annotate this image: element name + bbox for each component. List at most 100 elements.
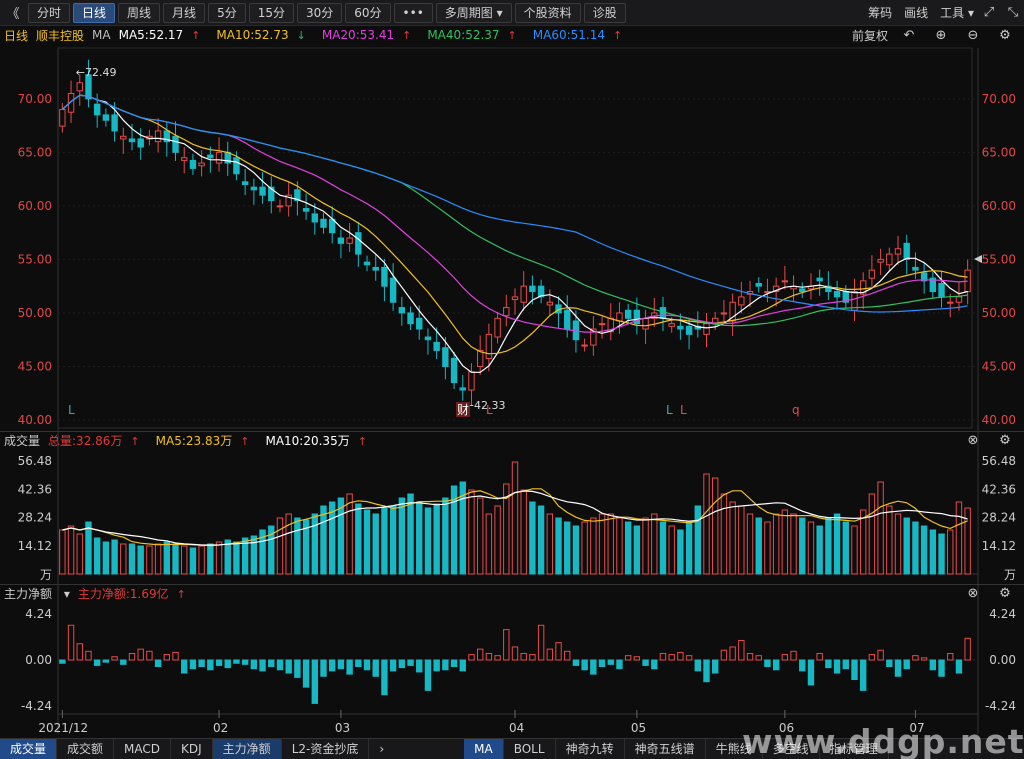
period-tabs: 分时 日线 周线 月线 5分 15分 30分 60分 ••• [28, 2, 436, 23]
net-bar [555, 642, 562, 661]
net-bar [938, 659, 945, 677]
net-bar [642, 659, 649, 666]
candle-body [302, 208, 310, 212]
period-tab-5[interactable]: 15分 [248, 2, 294, 23]
kline-chart[interactable]: 70.00 70.00 65.00 65.00 60.00 60.00 55.00 55.00… [0, 44, 1024, 759]
candle-body [755, 283, 762, 287]
net-bar [93, 659, 101, 666]
candle-body [685, 325, 693, 335]
candle-body [564, 309, 571, 330]
period-tab-2[interactable]: 周线 [118, 2, 161, 23]
settings-icon[interactable]: ⚙ [996, 586, 1014, 601]
candle-body [128, 138, 136, 143]
date-label: 04 [509, 721, 524, 735]
price-tick-left: 50.00 [18, 306, 52, 320]
draw-line-link[interactable]: 画线 [904, 4, 928, 21]
net-bar [120, 659, 127, 665]
ma-label: MA [92, 28, 111, 42]
volume-bar [346, 493, 353, 575]
net-bar [955, 659, 963, 674]
period-tab-8[interactable]: ••• [393, 2, 433, 23]
indicator-tab-5[interactable]: L2-资金抄底 [282, 738, 370, 759]
volume-tick-left: 14.12 [18, 539, 52, 553]
volume-bar [146, 545, 153, 575]
volume-bar [172, 543, 179, 575]
zoom-out-icon[interactable]: ⊖ [964, 28, 982, 43]
net-bar [590, 659, 597, 675]
candle-body [877, 258, 884, 263]
undo-icon[interactable]: ↶ [900, 28, 918, 43]
indicator-tab-4[interactable]: 主力净额 [212, 738, 282, 759]
candle-body [259, 186, 266, 196]
net-bar [468, 654, 475, 661]
candle-body [320, 218, 327, 228]
stock-profile-button[interactable]: 个股资料 [514, 2, 581, 23]
volume-tick-right: 万 [1004, 568, 1016, 582]
volume-bar [93, 537, 101, 575]
overlay-tab-1[interactable]: BOLL [504, 738, 556, 759]
net-bar [877, 649, 884, 661]
expand-icon[interactable]: ⤢ [980, 5, 998, 20]
period-tab-4[interactable]: 5分 [208, 2, 246, 23]
overlay-tab-2[interactable]: 神奇九转 [556, 738, 625, 759]
marker-q: q [792, 403, 800, 417]
volume-bar [738, 505, 745, 575]
settings-icon[interactable]: ⚙ [996, 28, 1014, 43]
chip-link[interactable]: 筹码 [868, 4, 892, 21]
back-icon[interactable]: 《 [4, 3, 22, 22]
period-tab-7[interactable]: 60分 [345, 2, 391, 23]
candle-body [189, 159, 197, 169]
candle-body [407, 312, 414, 325]
net-dropdown[interactable]: 主力净额 ▾ [4, 585, 70, 602]
net-bar [894, 659, 902, 677]
next-icon[interactable]: › [369, 739, 394, 759]
volume-bar [633, 525, 641, 575]
shrink-icon[interactable]: ⤡ [1004, 5, 1022, 20]
candle-body [833, 291, 841, 298]
overlay-tab-0[interactable]: MA [464, 738, 504, 759]
indicator-tab-2[interactable]: MACD [114, 738, 172, 759]
net-bar [581, 659, 588, 671]
net-bar [886, 659, 893, 668]
volume-bar [381, 507, 388, 575]
net-bar [529, 654, 536, 661]
overlay-tab-3[interactable]: 神奇五线谱 [625, 738, 706, 759]
net-bar [729, 646, 736, 661]
volume-bar [207, 543, 214, 575]
diagnose-button[interactable]: 诊股 [583, 2, 626, 23]
volume-ma5: MA5:23.83万 ↑ [155, 434, 250, 448]
volume-total: 总量:32.86万 ↑ [48, 434, 140, 448]
marker-l: L [680, 403, 687, 417]
period-tab-0[interactable]: 分时 [28, 2, 71, 23]
net-bar [181, 659, 188, 674]
period-tab-3[interactable]: 月线 [163, 2, 206, 23]
tools-link[interactable]: 工具 ▾ [940, 4, 974, 21]
net-bar [424, 659, 432, 691]
volume-bar [476, 497, 484, 575]
period-tab-1[interactable]: 日线 [73, 2, 116, 23]
close-icon[interactable]: ⊗ [964, 586, 982, 601]
net-tick-left: 4.24 [25, 607, 52, 621]
date-label: 03 [335, 721, 350, 735]
net-bar [868, 654, 876, 661]
candle-body [241, 181, 249, 185]
multi-period-dropdown[interactable]: 多周期图 ▾ [435, 2, 512, 23]
candle-body [355, 232, 362, 255]
net-bar [389, 659, 397, 672]
period-tab-6[interactable]: 30分 [296, 2, 343, 23]
indicator-tab-3[interactable]: KDJ [171, 738, 213, 759]
fuquan-dropdown[interactable]: 前复权 [852, 27, 888, 44]
net-bar [520, 652, 527, 661]
net-tick-right: 0.00 [989, 653, 1016, 667]
settings-icon[interactable]: ⚙ [996, 433, 1014, 448]
net-bar [67, 624, 75, 661]
indicator-tab-0[interactable]: 成交量 [0, 738, 58, 759]
indicator-tab-1[interactable]: 成交额 [57, 738, 115, 759]
volume-bar [598, 513, 606, 575]
candle-body [181, 157, 188, 161]
volume-bar [947, 529, 954, 575]
zoom-in-icon[interactable]: ⊕ [932, 28, 950, 43]
close-icon[interactable]: ⊗ [964, 433, 982, 448]
candle-body [468, 371, 475, 391]
net-bar [651, 659, 658, 670]
